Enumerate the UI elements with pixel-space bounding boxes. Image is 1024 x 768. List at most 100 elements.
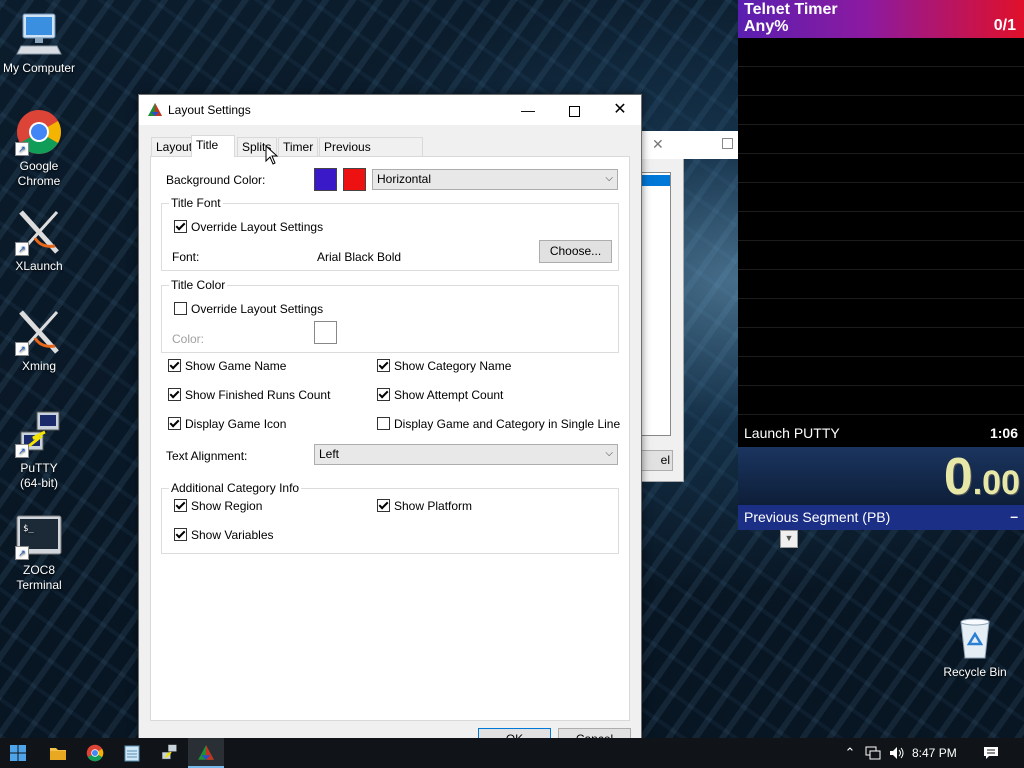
notification-icon <box>984 747 998 760</box>
close-button[interactable]: ✕ <box>597 95 643 125</box>
show-hidden-icons-button[interactable]: ⌃ <box>840 738 860 768</box>
main-timer-box: 0.00 <box>738 447 1024 506</box>
desktop-icon-recycle-bin[interactable]: Recycle Bin <box>937 614 1013 680</box>
show-game-name-checkbox[interactable] <box>168 359 181 372</box>
text-alignment-label: Text Alignment: <box>166 449 248 463</box>
display-game-icon-label: Display Game Icon <box>185 417 287 431</box>
maximize-button[interactable] <box>551 95 597 125</box>
minimize-button[interactable]: — <box>505 95 551 125</box>
tab-previous-segment[interactable]: Previous Segment <box>319 137 423 172</box>
windows-logo-icon <box>10 745 26 762</box>
network-button[interactable] <box>862 738 884 768</box>
maximize-icon[interactable] <box>722 138 733 149</box>
split-row-empty <box>738 357 1024 386</box>
split-row-empty <box>738 183 1024 212</box>
volume-button[interactable] <box>886 738 908 768</box>
split-name: Launch PUTTY <box>744 425 840 441</box>
shortcut-arrow-icon: ↗ <box>15 444 29 458</box>
show-attempt-count-checkbox[interactable] <box>377 388 390 401</box>
show-platform-label: Show Platform <box>394 499 473 513</box>
desktop-icon-google-chrome[interactable]: ↗ Google Chrome <box>1 108 77 189</box>
notepad-icon <box>124 745 140 762</box>
display-game-icon-checkbox[interactable] <box>168 417 181 430</box>
desktop-icon-my-computer[interactable]: My Computer <box>1 10 77 76</box>
scroll-down-icon[interactable]: ▼ <box>780 530 798 548</box>
shortcut-arrow-icon: ↗ <box>15 242 29 256</box>
single-line-label: Display Game and Category in Single Line <box>394 417 621 431</box>
chrome-icon <box>86 744 104 762</box>
x-logo-icon: ↗ <box>15 208 63 256</box>
previous-segment-label: Previous Segment (PB) <box>744 509 891 525</box>
split-row-empty <box>738 125 1024 154</box>
background-cancel-button[interactable]: el <box>639 450 673 471</box>
background-color-swatch-1[interactable] <box>314 168 337 191</box>
desktop-icon-xlaunch[interactable]: ↗ XLaunch <box>1 208 77 274</box>
livesplit-logo-icon <box>198 745 214 760</box>
speedrun-timer: Telnet Timer Any% 0/1 Launch PUTTY 1:06 … <box>738 0 1024 530</box>
tab-layout[interactable]: Layout <box>151 137 195 156</box>
background-list <box>641 172 671 436</box>
show-category-name-checkbox[interactable] <box>377 359 390 372</box>
icon-label-line2: (64-bit) <box>19 476 58 490</box>
tab-timer[interactable]: Timer <box>278 137 318 156</box>
background-color-label: Background Color: <box>166 173 266 187</box>
taskbar-livesplit[interactable] <box>188 738 224 768</box>
putty-icon: ↗ <box>15 410 63 458</box>
title-color-group-label: Title Color <box>169 278 228 292</box>
x-logo-icon: ↗ <box>15 308 63 356</box>
putty-icon <box>162 744 177 760</box>
chevron-up-icon: ⌃ <box>844 745 856 760</box>
icon-label-line2: Terminal <box>16 578 62 592</box>
show-region-checkbox[interactable] <box>174 499 187 512</box>
taskbar-putty[interactable] <box>151 738 187 768</box>
title-tab-panel: Background Color: Horizontal ⌵ Title Fon… <box>150 156 630 721</box>
split-row-empty <box>738 154 1024 183</box>
tab-title[interactable]: Title <box>191 135 235 157</box>
single-line-checkbox[interactable] <box>377 417 390 430</box>
split-row-empty <box>738 299 1024 328</box>
show-category-name-label: Show Category Name <box>394 359 512 373</box>
title-color-swatch[interactable] <box>314 321 337 344</box>
desktop-icon-putty[interactable]: ↗ PuTTY (64-bit) <box>1 410 77 491</box>
timer-header: Telnet Timer Any% 0/1 <box>738 0 1024 38</box>
svg-text:$_: $_ <box>23 524 34 534</box>
title-color-group <box>161 285 619 353</box>
taskbar-clock[interactable]: 8:47 PM <box>912 746 957 760</box>
taskbar: ⌃ 8:47 PM <box>0 738 1024 768</box>
shortcut-arrow-icon: ↗ <box>15 342 29 356</box>
maximize-icon <box>568 105 580 117</box>
split-row-empty <box>738 212 1024 241</box>
folder-icon <box>50 748 66 761</box>
show-finished-runs-checkbox[interactable] <box>168 388 181 401</box>
show-finished-runs-label: Show Finished Runs Count <box>185 388 331 402</box>
shortcut-arrow-icon: ↗ <box>15 142 29 156</box>
close-icon: ✕ <box>613 101 627 118</box>
title-font-group-label: Title Font <box>169 196 223 210</box>
chrome-icon: ↗ <box>15 108 63 156</box>
category-name: Any% <box>744 18 789 35</box>
show-platform-checkbox[interactable] <box>377 499 390 512</box>
start-button[interactable] <box>0 738 36 768</box>
close-icon[interactable]: ✕ <box>652 136 664 153</box>
gradient-type-select[interactable]: Horizontal ⌵ <box>372 169 618 190</box>
taskbar-chrome[interactable] <box>77 738 113 768</box>
action-center-button[interactable] <box>978 738 1004 768</box>
override-font-checkbox[interactable] <box>174 220 187 233</box>
override-color-checkbox[interactable] <box>174 302 187 315</box>
desktop-icon-xming[interactable]: ↗ Xming <box>1 308 77 374</box>
dialog-titlebar[interactable]: Layout Settings — ✕ <box>139 95 641 125</box>
text-alignment-select[interactable]: Left ⌵ <box>314 444 618 465</box>
font-value: Arial Black Bold <box>317 250 402 264</box>
icon-label-line2: Chrome <box>17 174 61 188</box>
recycle-bin-icon <box>951 614 999 662</box>
desktop-icon-zoc8-terminal[interactable]: $_ ↗ ZOC8 Terminal <box>1 512 77 593</box>
taskbar-file-explorer[interactable] <box>40 738 76 768</box>
override-font-label: Override Layout Settings <box>191 220 324 234</box>
taskbar-notepad[interactable] <box>114 738 150 768</box>
background-color-swatch-2[interactable] <box>343 168 366 191</box>
split-row-empty <box>738 67 1024 96</box>
terminal-icon: $_ ↗ <box>15 512 63 560</box>
choose-font-button[interactable]: Choose... <box>539 240 612 263</box>
show-variables-checkbox[interactable] <box>174 528 187 541</box>
split-row-empty <box>738 386 1024 415</box>
